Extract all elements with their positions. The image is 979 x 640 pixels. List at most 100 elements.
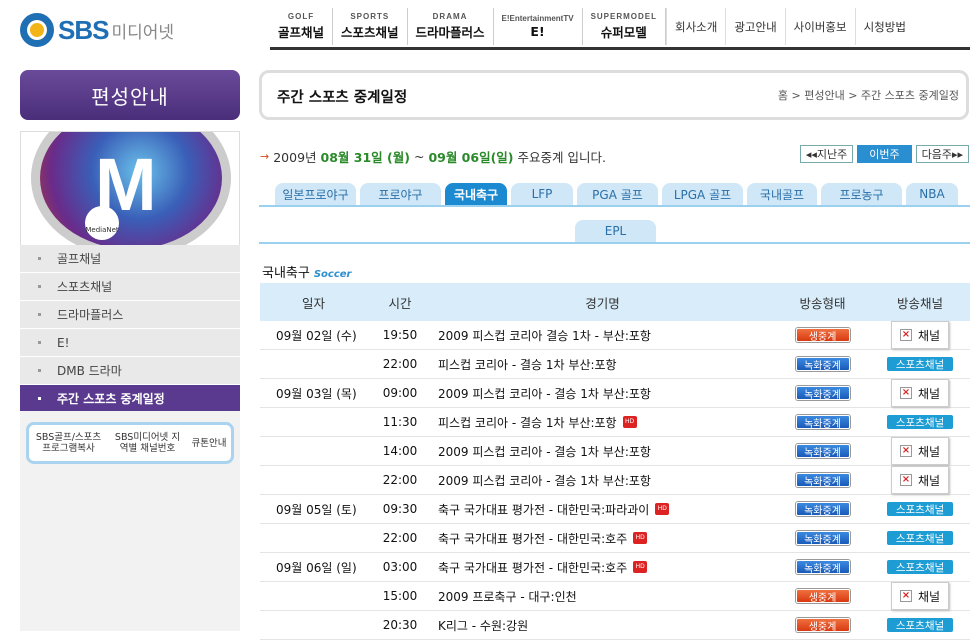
channel-button[interactable]: 스포츠채널 <box>887 415 953 429</box>
tab-npb[interactable]: 일본프로야구 <box>275 183 356 205</box>
tab-pga[interactable]: PGA 골프 <box>577 183 658 205</box>
program-title[interactable]: 피스컵 코리아 - 결승 1차 부산:포항 <box>438 414 617 431</box>
program-title[interactable]: 축구 국가대표 평가전 - 대한민국:호주 <box>438 559 627 576</box>
tab-nba[interactable]: NBA <box>906 183 958 205</box>
week-year: 2009년 <box>273 150 317 165</box>
logo-ring-icon <box>20 13 54 47</box>
prev-week-button[interactable]: ◂◂지난주 <box>799 145 854 163</box>
sbs-medianet-logo[interactable]: SBS 미디어넷 <box>20 10 180 50</box>
week-buttons: ◂◂지난주 이번주 다음주▸▸ <box>799 145 969 163</box>
col-date: 일자 <box>302 295 326 311</box>
breadcrumb: 홈 > 편성안내 > 주간 스포츠 중계일정 <box>777 89 959 102</box>
cell-type: 녹화중계 <box>775 444 870 459</box>
tab-epl[interactable]: EPL <box>575 220 656 242</box>
table-row: 22:00 2009 피스컵 코리아 - 결승 1차 부산:포항 녹화중계 × 채널 <box>260 466 970 495</box>
sidebar-item-label: 드라마플러스 <box>57 308 124 322</box>
cell-time: 22:00 <box>382 531 418 545</box>
sidebar-item-sports[interactable]: 스포츠채널 <box>20 273 240 301</box>
program-title[interactable]: 축구 국가대표 평가전 - 대한민국:파라과이 <box>438 501 649 518</box>
cell-time: 11:30 <box>382 415 418 429</box>
sidebar-item-weekly-sports[interactable]: 주간 스포츠 중계일정 <box>20 385 240 413</box>
channel-button[interactable]: 스포츠채널 <box>887 618 953 632</box>
tab-kbo[interactable]: 프로야구 <box>360 183 441 205</box>
cell-time: 15:00 <box>382 589 418 603</box>
channel-image[interactable]: × 채널 <box>891 582 949 610</box>
program-title[interactable]: 2009 피스컵 코리아 - 결승 1차 부산:포항 <box>438 385 651 402</box>
tab-underline <box>259 205 970 207</box>
top-divider <box>270 47 970 50</box>
cell-time: 14:00 <box>382 444 418 458</box>
broadcast-type-badge: 녹화중계 <box>795 415 850 430</box>
link-program-copy[interactable]: SBS골프/스포츠 프로그램복사 <box>34 432 104 454</box>
col-type: 방송형태 <box>799 295 846 311</box>
link-ads[interactable]: 광고안내 <box>725 8 784 45</box>
program-title[interactable]: 2009 프로축구 - 대구:인천 <box>438 588 577 605</box>
nav-golf[interactable]: GOLF 골프채널 <box>270 8 334 45</box>
table-row: 09월 02일 (수) 19:50 2009 피스컵 코리아 결승 1차 - 부산:… <box>260 321 970 350</box>
bullet-icon <box>38 285 41 288</box>
link-cueton[interactable]: 큐톤안내 <box>192 438 227 449</box>
nav-label: 드라마플러스 <box>415 25 485 40</box>
cell-type: 녹화중계 <box>775 531 870 546</box>
program-title[interactable]: 축구 국가대표 평가전 - 대한민국:호주 <box>438 530 627 547</box>
link-how-to-watch[interactable]: 시청방법 <box>854 8 914 45</box>
cell-title: 축구 국가대표 평가전 - 대한민국:파라과이 HD <box>430 501 775 518</box>
table-body: 09월 02일 (수) 19:50 2009 피스컵 코리아 결승 1차 - 부산:… <box>260 321 970 640</box>
nav-supermodel[interactable]: SUPERMODEL 슈퍼모델 <box>583 8 667 45</box>
tab-lfp[interactable]: LFP <box>511 183 573 205</box>
channel-image[interactable]: × 채널 <box>891 379 949 407</box>
table-row: 09월 03일 (목) 09:00 2009 피스컵 코리아 - 결승 1차 부산:… <box>260 379 970 408</box>
cell-type: 생중계 <box>775 328 870 343</box>
channel-alt-text: 채널 <box>917 589 941 604</box>
nav-e[interactable]: E!EntertainmentTV E! <box>494 8 583 45</box>
channel-button[interactable]: 스포츠채널 <box>887 357 953 371</box>
link-channel-numbers[interactable]: SBS미디어넷 지역별 채널번호 <box>113 432 183 454</box>
cell-time: 20:30 <box>382 618 418 632</box>
nav-sports[interactable]: SPORTS 스포츠채널 <box>333 8 408 45</box>
cell-type: 녹화중계 <box>775 357 870 372</box>
channel-button[interactable]: 스포츠채널 <box>887 502 953 516</box>
sidebar-item-label: 골프채널 <box>57 252 102 266</box>
next-week-button[interactable]: 다음주▸▸ <box>915 145 969 163</box>
table-row: 22:00 축구 국가대표 평가전 - 대한민국:호주 HD 녹화중계 스포츠채널 <box>260 524 970 553</box>
sidebar-item-dmb[interactable]: DMB 드라마 <box>20 357 240 385</box>
sidebar-item-drama[interactable]: 드라마플러스 <box>20 301 240 329</box>
channel-image[interactable]: × 채널 <box>891 437 949 465</box>
channel-button[interactable]: 스포츠채널 <box>887 531 953 545</box>
cell-type: 녹화중계 <box>775 502 870 517</box>
cell-channel: 스포츠채널 <box>870 357 970 371</box>
table-row: 22:00 피스컵 코리아 - 결승 1차 부산:포항 녹화중계 스포츠채널 <box>260 350 970 379</box>
tab-lpga[interactable]: LPGA 골프 <box>662 183 743 205</box>
link-cyber-pr[interactable]: 사이버홍보 <box>784 8 855 45</box>
sidebar-item-golf[interactable]: 골프채널 <box>20 245 240 273</box>
tab-kbl[interactable]: 프로농구 <box>821 183 902 205</box>
broken-image-icon: × <box>899 445 912 457</box>
channel-button[interactable]: 스포츠채널 <box>887 560 953 574</box>
program-title[interactable]: 2009 피스컵 코리아 결승 1차 - 부산:포항 <box>438 327 651 344</box>
link-company[interactable]: 회사소개 <box>666 8 725 45</box>
current-week-button[interactable]: 이번주 <box>857 145 912 163</box>
channel-image[interactable]: × 채널 <box>891 466 949 494</box>
sidebar-menu: 골프채널 스포츠채널 드라마플러스 E! DMB 드라마 주간 스포츠 중계일정 <box>20 245 240 413</box>
broken-image-icon: × <box>899 474 912 486</box>
sidebar-item-label: 스포츠채널 <box>57 280 113 294</box>
tab-domestic-soccer[interactable]: 국내축구 <box>445 183 507 205</box>
nav-en-label: GOLF <box>287 12 315 21</box>
broadcast-type-badge: 녹화중계 <box>795 502 850 517</box>
sidebar-item-e[interactable]: E! <box>20 329 240 357</box>
channel-image[interactable]: × 채널 <box>891 321 949 349</box>
program-title[interactable]: 2009 피스컵 코리아 - 결승 1차 부산:포항 <box>438 472 651 489</box>
nav-en-label: DRAMA <box>432 12 468 21</box>
hd-icon: HD <box>655 503 670 515</box>
cell-channel: × 채널 <box>870 321 970 349</box>
hd-icon: HD <box>633 561 648 573</box>
cell-time: 22:00 <box>382 357 418 371</box>
col-title: 경기명 <box>585 295 620 311</box>
program-title[interactable]: 피스컵 코리아 - 결승 1차 부산:포항 <box>438 356 617 373</box>
cell-title: 2009 피스컵 코리아 - 결승 1차 부산:포항 <box>430 385 775 402</box>
program-title[interactable]: 2009 피스컵 코리아 - 결승 1차 부산:포항 <box>438 443 651 460</box>
tab-underline <box>259 242 970 244</box>
table-header: 일자 시간 경기명 방송형태 방송채널 <box>260 283 970 321</box>
nav-drama[interactable]: DRAMA 드라마플러스 <box>408 8 494 45</box>
tab-domestic-golf[interactable]: 국내골프 <box>747 183 817 205</box>
